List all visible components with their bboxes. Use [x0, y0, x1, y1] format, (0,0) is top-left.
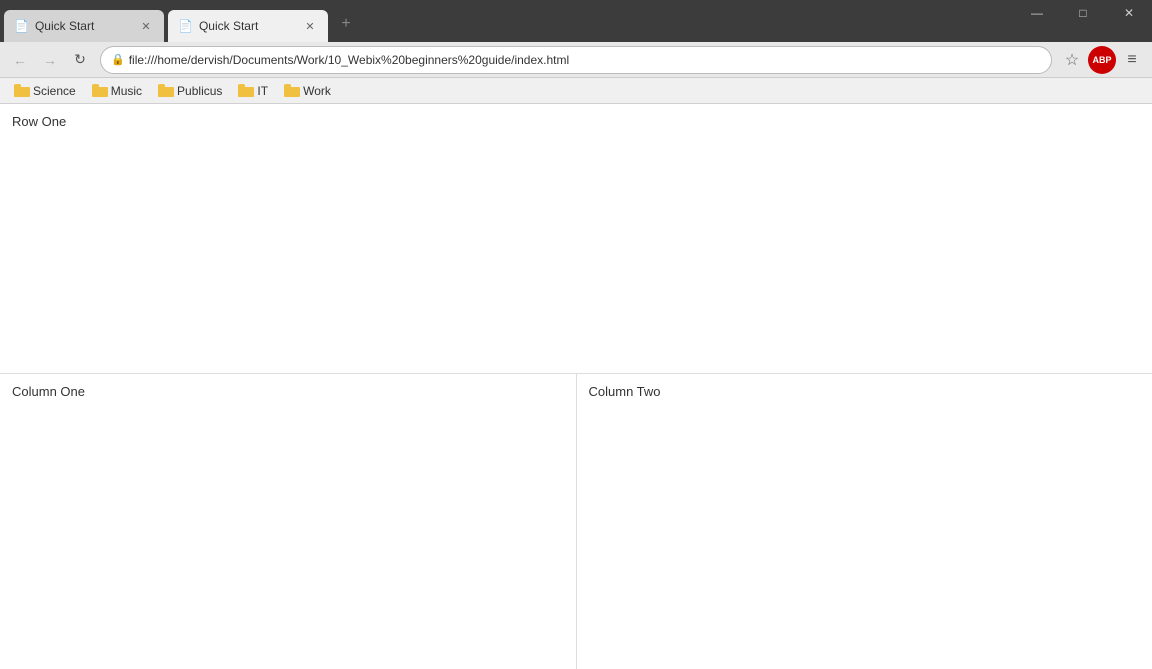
lock-icon: 🔒	[111, 53, 125, 66]
bookmarks-bar: Science Music Publicus IT Work	[0, 78, 1152, 104]
bookmark-work[interactable]: Work	[278, 82, 337, 100]
bookmark-science-label: Science	[33, 84, 76, 98]
bookmark-publicus-label: Publicus	[177, 84, 222, 98]
bookmark-star-button[interactable]: ☆	[1058, 46, 1086, 74]
address-bar-container: 🔒	[100, 46, 1052, 74]
new-tab-button[interactable]: +	[332, 12, 360, 40]
content-wrapper: Row One Column One Column Two	[0, 104, 1152, 669]
folder-icon	[14, 84, 30, 97]
tab-1-close[interactable]: ✕	[138, 18, 154, 34]
tab-1-icon: 📄	[14, 19, 29, 33]
bookmark-it-label: IT	[257, 84, 268, 98]
bookmark-work-label: Work	[303, 84, 331, 98]
tab-2-icon: 📄	[178, 19, 193, 33]
tab-1[interactable]: 📄 Quick Start ✕	[4, 10, 164, 42]
forward-button[interactable]: →	[36, 46, 64, 74]
minimize-button[interactable]: —	[1014, 0, 1060, 26]
bookmark-it[interactable]: IT	[232, 82, 274, 100]
column-two-label: Column Two	[589, 384, 661, 399]
page-content: Row One Column One Column Two	[0, 104, 1152, 669]
folder-icon	[158, 84, 174, 97]
bookmark-music-label: Music	[111, 84, 142, 98]
bookmark-publicus[interactable]: Publicus	[152, 82, 228, 100]
navbar: ← → ↻ 🔒 ☆ ABP ≡	[0, 42, 1152, 78]
tab-2[interactable]: 📄 Quick Start ✕	[168, 10, 328, 42]
tab-1-label: Quick Start	[35, 19, 132, 33]
column-two-section: Column Two	[577, 374, 1152, 669]
column-one-section: Column One	[0, 374, 577, 669]
tab-2-close[interactable]: ✕	[302, 18, 318, 34]
address-bar[interactable]	[129, 53, 1041, 67]
row-one-label: Row One	[12, 114, 66, 129]
back-button[interactable]: ←	[6, 46, 34, 74]
folder-icon	[238, 84, 254, 97]
menu-button[interactable]: ≡	[1118, 46, 1146, 74]
abp-button[interactable]: ABP	[1088, 46, 1116, 74]
bookmark-science[interactable]: Science	[8, 82, 82, 100]
tab-2-label: Quick Start	[199, 19, 296, 33]
folder-icon	[284, 84, 300, 97]
column-one-label: Column One	[12, 384, 85, 399]
close-button[interactable]: ✕	[1106, 0, 1152, 26]
reload-button[interactable]: ↻	[66, 46, 94, 74]
maximize-button[interactable]: □	[1060, 0, 1106, 26]
two-columns-section: Column One Column Two	[0, 374, 1152, 669]
window-controls: — □ ✕	[1014, 0, 1152, 26]
titlebar: 📄 Quick Start ✕ 📄 Quick Start ✕ + — □ ✕	[0, 0, 1152, 42]
row-one-section: Row One	[0, 104, 1152, 374]
folder-icon	[92, 84, 108, 97]
bookmark-music[interactable]: Music	[86, 82, 148, 100]
nav-right-buttons: ☆ ABP ≡	[1058, 46, 1146, 74]
